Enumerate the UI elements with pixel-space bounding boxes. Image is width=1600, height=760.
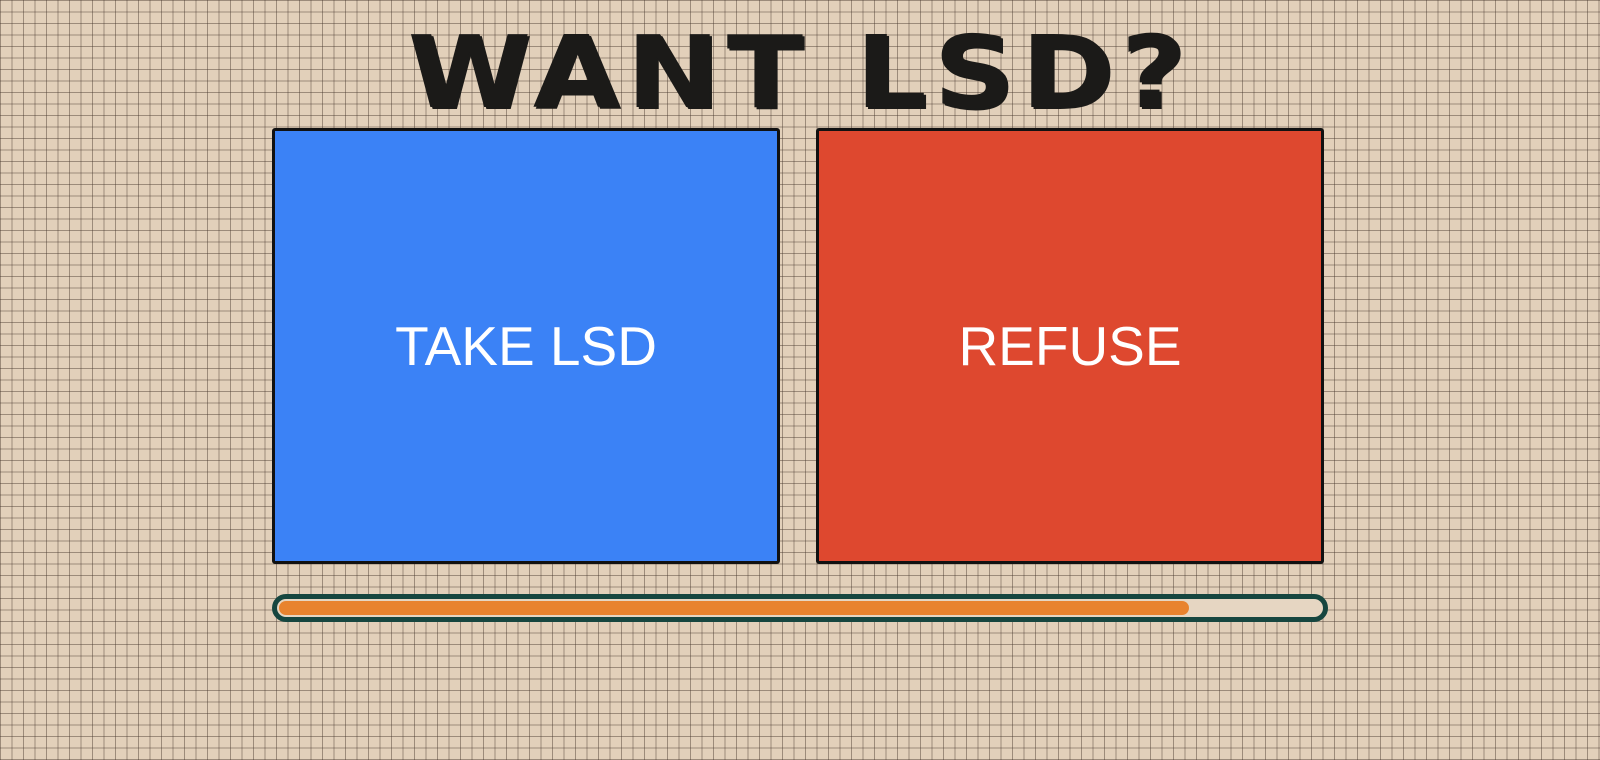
page-title: WANT LSD? [407,14,1193,131]
take-lsd-button[interactable]: TAKE LSD [272,128,780,564]
progress-bar-fill [279,601,1189,615]
refuse-label: REFUSE [958,315,1182,377]
refuse-button[interactable]: REFUSE [816,128,1324,564]
progress-bar [272,594,1328,622]
take-lsd-label: TAKE LSD [395,315,657,377]
